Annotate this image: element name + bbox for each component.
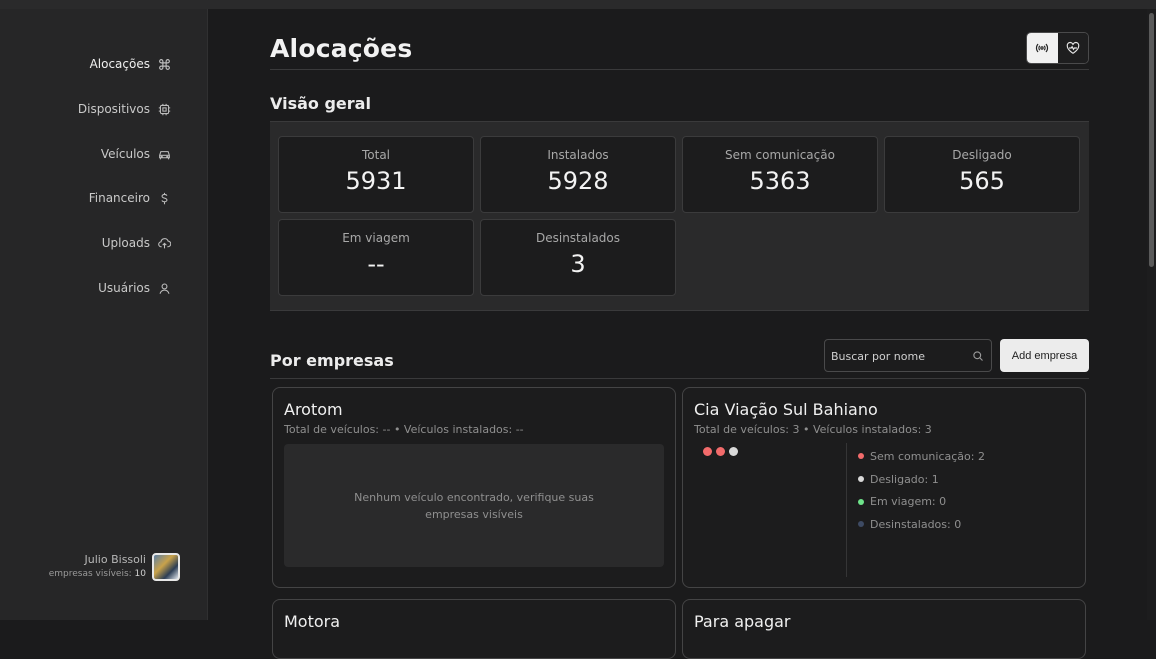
- legend-dot: [858, 453, 864, 460]
- main-content: Alocações Visão geral Total 5931 Instala…: [209, 9, 1144, 659]
- stat-total: Total 5931: [278, 136, 474, 213]
- window-top-bar: [0, 0, 1156, 9]
- empresa-summary: Total de veículos: -- • Veículos instala…: [284, 423, 524, 436]
- scrollbar[interactable]: [1147, 9, 1156, 620]
- sidebar-item-label: Dispositivos: [77, 102, 150, 116]
- vehicle-dot[interactable]: [716, 447, 725, 456]
- empresa-card-arotom[interactable]: Arotom Total de veículos: -- • Veículos …: [272, 387, 676, 588]
- visible-companies-label: empresas visíveis:: [48, 569, 132, 579]
- command-icon: [158, 58, 171, 71]
- empty-message: Nenhum veículo encontrado, verifique sua…: [354, 490, 594, 521]
- sidebar-item-label: Financeiro: [88, 191, 150, 205]
- sidebar-item-veiculos[interactable]: Veículos: [101, 147, 171, 161]
- empresa-name: Cia Viação Sul Bahiano: [694, 400, 878, 419]
- empresa-card-cia-viacao[interactable]: Cia Viação Sul Bahiano Total de veículos…: [682, 387, 1086, 588]
- sidebar-item-label: Veículos: [100, 147, 150, 161]
- cloud-upload-icon: [158, 237, 171, 250]
- sidebar-item-uploads[interactable]: Uploads: [102, 236, 171, 250]
- sidebar: Alocações Dispositivos Veículos Financei…: [0, 9, 208, 620]
- stat-value: 5363: [749, 167, 811, 195]
- overview-title: Visão geral: [270, 94, 371, 113]
- stat-label: Desinstalados: [535, 231, 621, 245]
- avatar[interactable]: [152, 553, 180, 581]
- car-icon: [158, 148, 171, 161]
- user-name: Julio Bissoli: [84, 553, 146, 566]
- empty-state: Nenhum veículo encontrado, verifique sua…: [284, 444, 664, 567]
- view-toggle: [1026, 32, 1089, 64]
- legend-label: Desligado: 1: [870, 472, 939, 486]
- search-icon: [973, 351, 983, 361]
- stat-value: 565: [959, 167, 1005, 195]
- sidebar-item-label: Uploads: [101, 236, 150, 250]
- empresa-summary: Total de veículos: 3 • Veículos instalad…: [694, 423, 932, 436]
- sidebar-item-alocacoes[interactable]: Alocações: [90, 57, 171, 71]
- stat-instalados: Instalados 5928: [480, 136, 676, 213]
- sidebar-item-usuarios[interactable]: Usuários: [98, 281, 171, 295]
- legend-label: Desinstalados: 0: [870, 517, 962, 531]
- vehicle-dot[interactable]: [703, 447, 712, 456]
- heart-pulse-toggle-button[interactable]: [1057, 33, 1088, 63]
- visible-companies: empresas visíveis: 10: [49, 569, 146, 579]
- status-legend: Sem comunicação: 2 Desligado: 1 Em viage…: [858, 445, 985, 536]
- search-input[interactable]: Buscar por nome: [824, 339, 992, 372]
- chip-icon: [158, 103, 171, 116]
- vehicle-dot[interactable]: [729, 447, 738, 456]
- legend-label: Sem comunicação: 2: [870, 449, 985, 463]
- user-icon: [158, 282, 171, 295]
- sidebar-item-dispositivos[interactable]: Dispositivos: [78, 102, 171, 116]
- stat-desligado: Desligado 565: [884, 136, 1080, 213]
- empresas-title: Por empresas: [270, 351, 394, 370]
- empresa-card-motora[interactable]: Motora: [272, 599, 676, 659]
- stat-value: --: [367, 250, 385, 278]
- empresas-divider: [270, 378, 1089, 379]
- sidebar-item-label: Alocações: [89, 57, 150, 71]
- legend-divider: [846, 443, 847, 577]
- stat-value: 5931: [345, 167, 407, 195]
- stat-label: Instalados: [547, 148, 609, 162]
- legend-dot: [858, 476, 864, 483]
- add-empresa-button[interactable]: Add empresa: [1000, 339, 1089, 372]
- stat-label: Sem comunicação: [725, 148, 835, 162]
- legend-item: Desligado: 1: [858, 468, 985, 491]
- user-profile[interactable]: Julio Bissoli empresas visíveis: 10: [40, 553, 180, 587]
- dollar-icon: [158, 192, 171, 205]
- scrollbar-thumb[interactable]: [1149, 13, 1154, 267]
- broadcast-icon: [1036, 43, 1049, 53]
- overview-panel: Total 5931 Instalados 5928 Sem comunicaç…: [270, 121, 1089, 311]
- vehicle-status-dots: [703, 447, 738, 456]
- stat-label: Desligado: [952, 148, 1012, 162]
- empresa-name: Motora: [284, 612, 341, 631]
- search-placeholder: Buscar por nome: [831, 350, 925, 363]
- stat-label: Total: [361, 148, 391, 162]
- legend-item: Em viagem: 0: [858, 490, 985, 513]
- stat-em-viagem: Em viagem --: [278, 219, 474, 296]
- stat-value: 3: [570, 250, 586, 278]
- title-divider: [270, 69, 1089, 70]
- stat-value: 5928: [547, 167, 609, 195]
- page-title: Alocações: [270, 34, 413, 63]
- legend-item: Desinstalados: 0: [858, 513, 985, 536]
- sidebar-item-financeiro[interactable]: Financeiro: [89, 191, 171, 205]
- empresa-card-para-apagar[interactable]: Para apagar: [682, 599, 1086, 659]
- legend-item: Sem comunicação: 2: [858, 445, 985, 468]
- legend-dot: [858, 498, 864, 505]
- stat-desinstalados: Desinstalados 3: [480, 219, 676, 296]
- broadcast-toggle-button[interactable]: [1027, 33, 1058, 63]
- stat-sem-comunicacao: Sem comunicação 5363: [682, 136, 878, 213]
- heart-pulse-icon: [1066, 41, 1080, 54]
- visible-companies-count: 10: [134, 569, 146, 579]
- legend-label: Em viagem: 0: [870, 495, 947, 509]
- legend-dot: [858, 521, 864, 528]
- empresa-name: Arotom: [284, 400, 343, 419]
- sidebar-item-label: Usuários: [98, 281, 150, 295]
- stat-label: Em viagem: [342, 231, 410, 245]
- empresa-name: Para apagar: [694, 612, 791, 631]
